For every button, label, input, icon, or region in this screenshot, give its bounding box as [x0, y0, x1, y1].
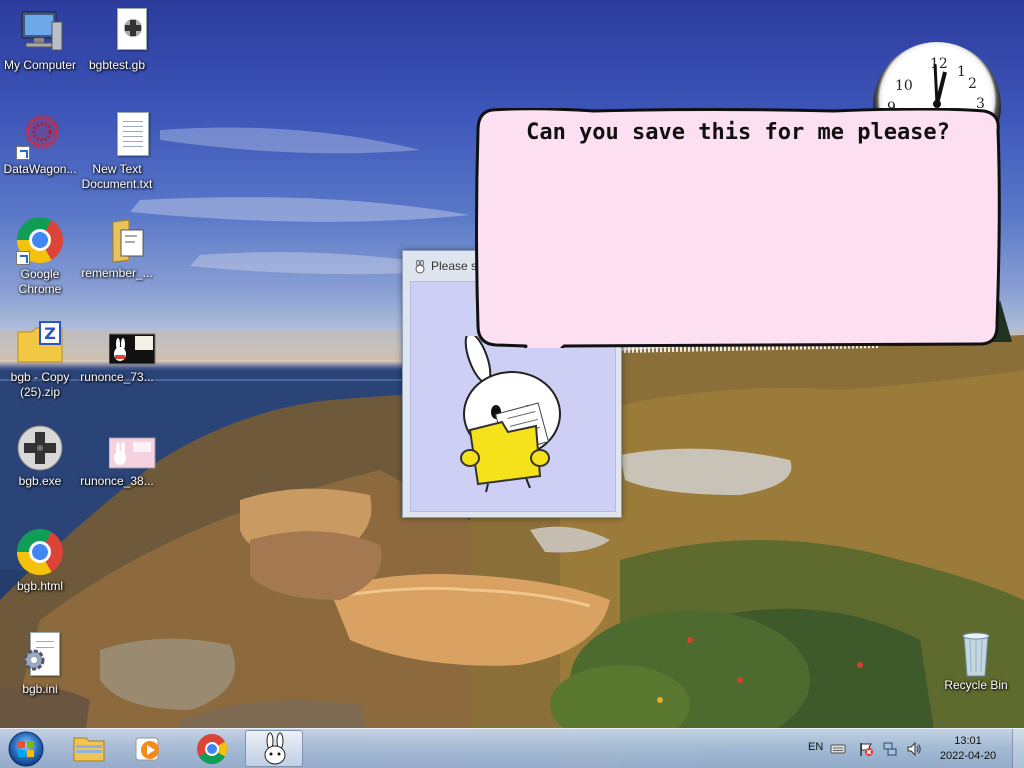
text-document-icon [93, 112, 149, 160]
desktop-icon-label: runonce_38... [80, 474, 154, 488]
file-explorer-icon [73, 737, 105, 762]
media-player-icon [135, 737, 159, 761]
desktop-icon-label: runonce_73... [80, 370, 154, 384]
bunny-app-icon [264, 732, 286, 765]
desktop-icon-label: remember_... [81, 266, 153, 280]
chrome-shortcut-icon [16, 217, 64, 265]
recycle-bin-icon [952, 630, 1000, 678]
desktop-icon-my-computer[interactable]: My Computer [0, 8, 80, 73]
speech-bubble-text: Can you save this for me please? [526, 120, 950, 145]
desktop-icon-remember[interactable]: remember_... [77, 216, 157, 281]
computer-icon [16, 8, 64, 56]
desktop-icon-new-text-document[interactable]: New Text Document.txt [77, 112, 157, 192]
taskbar-file-explorer-button[interactable] [60, 730, 118, 767]
language-indicator[interactable]: EN [808, 741, 823, 753]
desktop-icon-recycle-bin[interactable]: Recycle Bin [940, 630, 1012, 692]
desktop-icon-bgb-html[interactable]: bgb.html [0, 528, 80, 594]
desktop-icon-runonce-73[interactable]: runonce_73... [77, 320, 157, 385]
system-tray: EN 13:01 2022-04-20 [800, 729, 1024, 768]
desktop-icon-bgb-copy-zip[interactable]: Z bgb - Copy (25).zip [0, 320, 80, 400]
image-thumbnail-icon [93, 320, 156, 368]
volume-icon[interactable] [906, 741, 922, 757]
zip-folder-icon: Z [16, 320, 64, 368]
desktop-icon-label: bgb.html [16, 579, 64, 593]
taskbar-date: 2022-04-20 [939, 750, 997, 762]
svg-text:Z: Z [44, 324, 56, 343]
network-icon[interactable] [882, 741, 898, 757]
shortcut-arrow-icon [16, 146, 30, 160]
bunny-app-icon [415, 260, 425, 274]
taskbar-bunny-app-button[interactable] [245, 730, 303, 767]
bunny-mascot-holding-folder[interactable] [456, 336, 568, 496]
desktop-icon-datawagon[interactable]: DataWagon... [0, 112, 80, 177]
desktop-icon-label: Recycle Bin [944, 678, 1008, 692]
taskbar: EN 13:01 2022-04-20 [0, 728, 1024, 768]
desktop-icon-runonce-38[interactable]: runonce_38... [77, 424, 157, 489]
taskbar-chrome-button[interactable] [182, 730, 240, 767]
settings-file-icon [16, 632, 64, 680]
chrome-icon [197, 734, 228, 765]
action-center-flag-icon[interactable] [858, 741, 874, 757]
desktop-icon-label: bgbtest.gb [88, 58, 146, 72]
desktop-icon-bgbtest-gb[interactable]: bgbtest.gb [77, 8, 157, 73]
desktop-icon-label: New Text Document.txt [81, 162, 153, 191]
datawagon-shortcut-icon [16, 112, 64, 160]
desktop-icon-label: DataWagon... [3, 162, 77, 176]
gamepad-exe-icon [16, 424, 64, 472]
desktop-icon-label: bgb.ini [22, 682, 58, 696]
folder-file-icon [93, 216, 144, 264]
chrome-html-icon [16, 529, 64, 577]
desktop-icon-label: bgb.exe [18, 474, 62, 488]
desktop-icon-bgb-exe[interactable]: bgb.exe [0, 424, 80, 489]
desktop-icon-google-chrome[interactable]: Google Chrome [0, 216, 80, 297]
taskbar-media-player-button[interactable] [120, 730, 178, 767]
taskbar-time: 13:01 [954, 735, 982, 747]
show-desktop-button[interactable] [1012, 729, 1024, 768]
gb-file-icon [93, 8, 147, 56]
desktop-icon-label: bgb - Copy (25).zip [10, 370, 70, 399]
desktop-icon-label: Google Chrome [18, 267, 62, 296]
desktop-icon-label: My Computer [3, 58, 77, 72]
windows-start-orb[interactable] [4, 730, 46, 768]
keyboard-icon[interactable] [830, 741, 846, 757]
taskbar-clock[interactable]: 13:01 2022-04-20 [930, 734, 1006, 764]
image-thumbnail-icon [93, 424, 156, 472]
shortcut-arrow-icon [16, 251, 30, 265]
desktop-icon-bgb-ini[interactable]: bgb.ini [0, 632, 80, 697]
